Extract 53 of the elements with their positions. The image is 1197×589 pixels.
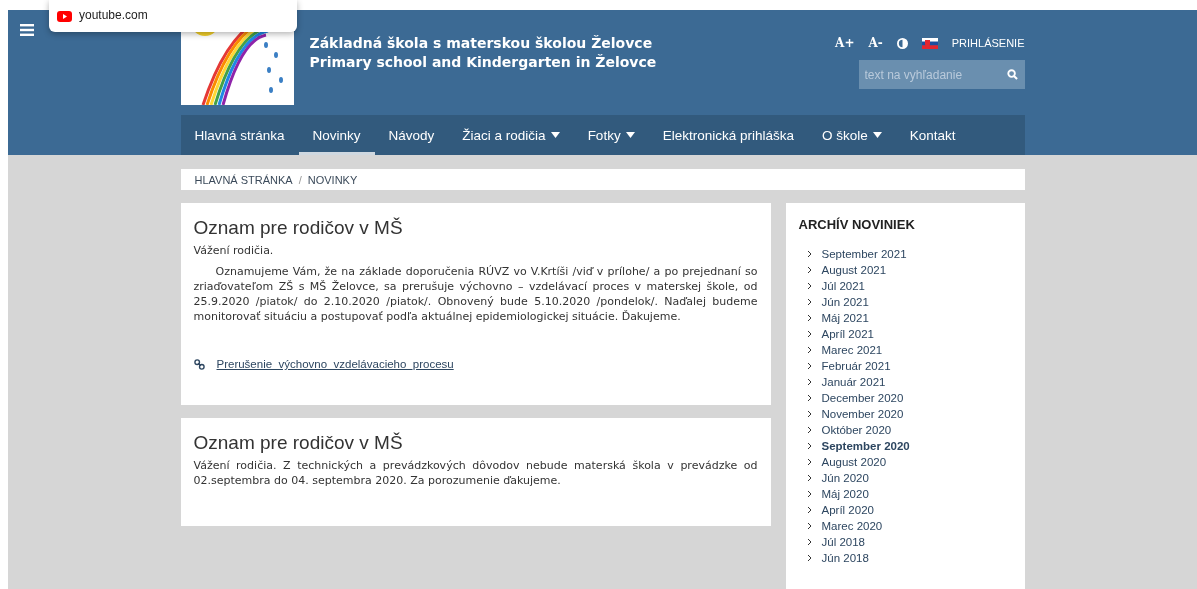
nav-link[interactable]: Hlavná stránka: [180, 115, 299, 155]
school-name: Primary school and Kindergarten in Želovce: [309, 52, 658, 72]
breadcrumb-separator: /: [298, 173, 302, 186]
archive-link[interactable]: Marec 2020: [798, 518, 1012, 534]
archive-title: ARCHÍV NOVINIEK: [798, 217, 916, 232]
archive-link[interactable]: Jún 2018: [798, 550, 1012, 566]
news-text: Vážení rodičia.: [193, 243, 275, 258]
archive-link[interactable]: December 2020: [798, 390, 1012, 406]
menu-icon[interactable]: [20, 24, 34, 39]
caret-icon: [625, 132, 635, 138]
nav-link[interactable]: Žiaci a rodičia: [448, 115, 574, 155]
play-icon: [57, 11, 72, 22]
news-title: Oznam pre rodičov v MŠ: [193, 217, 404, 239]
search-input[interactable]: text na vyhľadanie: [858, 60, 1025, 89]
archive-link[interactable]: Február 2021: [798, 358, 1012, 374]
news-text: Vážení rodičia. Z technických a prevádzkových dôvodov nebude materská škola v prevádzke od 02.septembra do 04. septembra 2020. Za porozumenie ďakujeme.: [193, 458, 758, 488]
archive-link[interactable]: September 2021: [798, 246, 1012, 262]
archive-link[interactable]: Apríl 2020: [798, 502, 1012, 518]
breadcrumb-link[interactable]: HLAVNÁ STRÁNKA: [194, 173, 293, 186]
archive-link[interactable]: Máj 2020: [798, 486, 1012, 502]
font-size-button[interactable]: A-: [868, 36, 883, 50]
caret-icon: [872, 132, 882, 138]
flag-icon[interactable]: [921, 37, 938, 49]
site-url[interactable]: youtube.com: [79, 8, 148, 22]
attachment-link[interactable]: Prerušenie_výchovno_vzdelávacieho_procesu: [216, 358, 454, 370]
archive-link[interactable]: Jún 2020: [798, 470, 1012, 486]
search-icon[interactable]: [1006, 69, 1018, 80]
link-icon: [193, 358, 205, 370]
archive-link[interactable]: Jún 2021: [798, 294, 1012, 310]
nav-link[interactable]: Fotky: [573, 115, 649, 155]
archive-link[interactable]: Marec 2021: [798, 342, 1012, 358]
nav-link[interactable]: Kontakt: [895, 115, 970, 155]
news-title: Oznam pre rodičov v MŠ: [193, 432, 404, 454]
archive-link[interactable]: August 2021: [798, 262, 1012, 278]
archive-link[interactable]: August 2020: [798, 454, 1012, 470]
archive-link[interactable]: Január 2021: [798, 374, 1012, 390]
archive-link[interactable]: Júl 2021: [798, 278, 1012, 294]
breadcrumb-link[interactable]: NOVINKY: [307, 173, 358, 186]
caret-icon: [550, 132, 560, 138]
nav-link[interactable]: Návody: [374, 115, 449, 155]
archive-link[interactable]: Október 2020: [798, 422, 1012, 438]
archive-link[interactable]: November 2020: [798, 406, 1012, 422]
nav-link[interactable]: Elektronická prihláška: [648, 115, 808, 155]
news-text: Oznamujeme Vám, že na základe doporučenia RÚVZ vo V.Krtíši /viď v prílohe/ a po prejednaní so zriaďovateľom ZŠ s MŠ Želovce, sa prerušuje výchovno – vzdelávací proces v materskej škole, od 25.9.2020 /piatok/ do 2.10.2020 /piatok/. Obnovený bude 5.10.2020 /pondelok/. Naďalej budeme monitorovať situáciu a postupovať podľa aktuálnej epidemiologickej situácie. Ďakujeme.: [193, 264, 758, 324]
archive-link[interactable]: Apríl 2021: [798, 326, 1012, 342]
archive-link[interactable]: Máj 2021: [798, 310, 1012, 326]
school-name: Základná škola s materskou školou Želovce: [309, 33, 654, 53]
login-link[interactable]: PRIHLÁSENIE: [951, 37, 1025, 49]
archive-link[interactable]: Júl 2018: [798, 534, 1012, 550]
nav-link[interactable]: O škole: [807, 115, 896, 155]
contrast-icon[interactable]: [896, 37, 908, 49]
font-size-button[interactable]: A+: [835, 36, 855, 50]
archive-link[interactable]: September 2020: [798, 438, 1012, 454]
